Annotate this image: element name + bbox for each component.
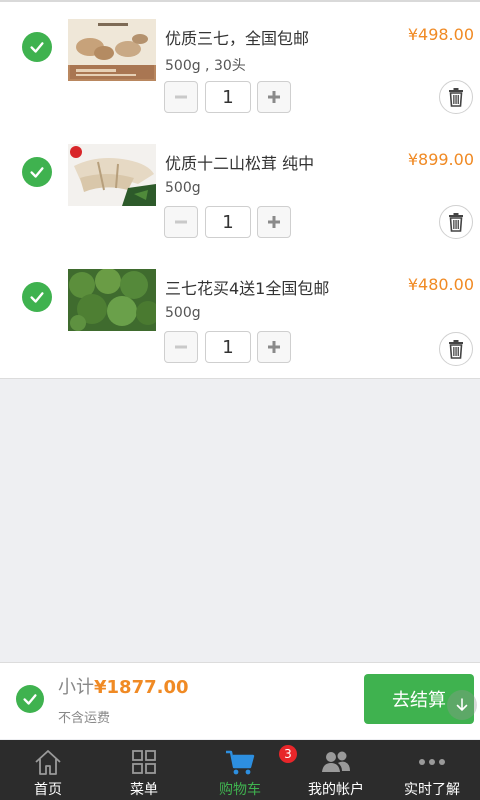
tab-label: 购物车 bbox=[219, 782, 261, 798]
decrease-quantity-button[interactable] bbox=[164, 206, 198, 238]
bottom-tab-bar: 首页 菜单 3 购物车 我的帐户 实时了解 bbox=[0, 740, 480, 800]
product-title[interactable]: 优质三七，全国包邮 bbox=[165, 25, 309, 49]
check-icon bbox=[30, 292, 44, 303]
tab-my-account[interactable]: 我的帐户 bbox=[288, 740, 384, 800]
increase-quantity-button[interactable] bbox=[257, 206, 291, 238]
minus-icon bbox=[175, 345, 187, 349]
decrease-quantity-button[interactable] bbox=[164, 331, 198, 363]
cart-item: 优质十二山松茸 纯中 500g ¥899.00 1 bbox=[0, 127, 480, 252]
arrow-down-icon bbox=[456, 698, 468, 712]
product-spec: 500g , 30头 bbox=[165, 58, 246, 74]
subtotal: 小计¥1877.00 bbox=[58, 673, 189, 699]
tab-label: 菜单 bbox=[130, 782, 158, 798]
tab-live-info[interactable]: 实时了解 bbox=[384, 740, 480, 800]
product-price: ¥498.00 bbox=[407, 25, 474, 44]
users-icon bbox=[322, 751, 350, 772]
quantity-value[interactable]: 1 bbox=[205, 206, 251, 238]
product-price: ¥899.00 bbox=[407, 150, 474, 169]
product-spec: 500g bbox=[165, 305, 201, 321]
trash-icon bbox=[449, 88, 463, 107]
delete-item-button[interactable] bbox=[439, 332, 473, 366]
select-checkbox[interactable] bbox=[22, 157, 52, 187]
check-icon bbox=[23, 694, 37, 705]
subtotal-amount: ¥1877.00 bbox=[94, 677, 189, 698]
scroll-down-button[interactable] bbox=[447, 690, 477, 720]
product-image-sanqi[interactable] bbox=[68, 19, 156, 81]
select-checkbox[interactable] bbox=[22, 282, 52, 312]
product-image-matsutake[interactable] bbox=[68, 144, 156, 206]
check-icon bbox=[30, 42, 44, 53]
quantity-value[interactable]: 1 bbox=[205, 331, 251, 363]
product-title[interactable]: 三七花买4送1全国包邮 bbox=[165, 275, 329, 299]
minus-icon bbox=[175, 95, 187, 99]
tab-label: 我的帐户 bbox=[308, 782, 364, 798]
tab-cart[interactable]: 3 购物车 bbox=[192, 740, 297, 800]
product-image-sanqi-flower[interactable] bbox=[68, 269, 156, 331]
home-icon bbox=[35, 750, 61, 775]
cart-item: 三七花买4送1全国包邮 500g ¥480.00 1 bbox=[0, 252, 480, 377]
delete-item-button[interactable] bbox=[439, 80, 473, 114]
checkout-bar: 小计¥1877.00 不含运费 去结算 bbox=[0, 662, 480, 739]
select-all-checkbox[interactable] bbox=[16, 685, 44, 713]
trash-icon bbox=[449, 213, 463, 232]
decrease-quantity-button[interactable] bbox=[164, 81, 198, 113]
product-title[interactable]: 优质十二山松茸 纯中 bbox=[165, 150, 314, 174]
tab-home[interactable]: 首页 bbox=[0, 740, 96, 800]
delete-item-button[interactable] bbox=[439, 205, 473, 239]
product-spec: 500g bbox=[165, 180, 201, 196]
tab-label: 实时了解 bbox=[404, 782, 460, 798]
subtotal-label: 小计 bbox=[58, 677, 94, 698]
increase-quantity-button[interactable] bbox=[257, 81, 291, 113]
more-dots-icon bbox=[419, 759, 445, 765]
check-icon bbox=[30, 167, 44, 178]
tab-label: 首页 bbox=[34, 782, 62, 798]
cart-item: 优质三七，全国包邮 500g , 30头 ¥498.00 1 bbox=[0, 2, 480, 127]
plus-icon bbox=[268, 341, 280, 353]
menu-grid-icon bbox=[132, 750, 156, 774]
trash-icon bbox=[449, 340, 463, 359]
tab-menu[interactable]: 菜单 bbox=[96, 740, 192, 800]
cart-list: 优质三七，全国包邮 500g , 30头 ¥498.00 1 优质十二山松茸 纯… bbox=[0, 2, 480, 379]
plus-icon bbox=[268, 91, 280, 103]
plus-icon bbox=[268, 216, 280, 228]
cart-icon bbox=[226, 750, 255, 775]
increase-quantity-button[interactable] bbox=[257, 331, 291, 363]
minus-icon bbox=[175, 220, 187, 224]
select-checkbox[interactable] bbox=[22, 32, 52, 62]
shipping-note: 不含运费 bbox=[58, 711, 111, 726]
product-price: ¥480.00 bbox=[407, 275, 474, 294]
quantity-value[interactable]: 1 bbox=[205, 81, 251, 113]
